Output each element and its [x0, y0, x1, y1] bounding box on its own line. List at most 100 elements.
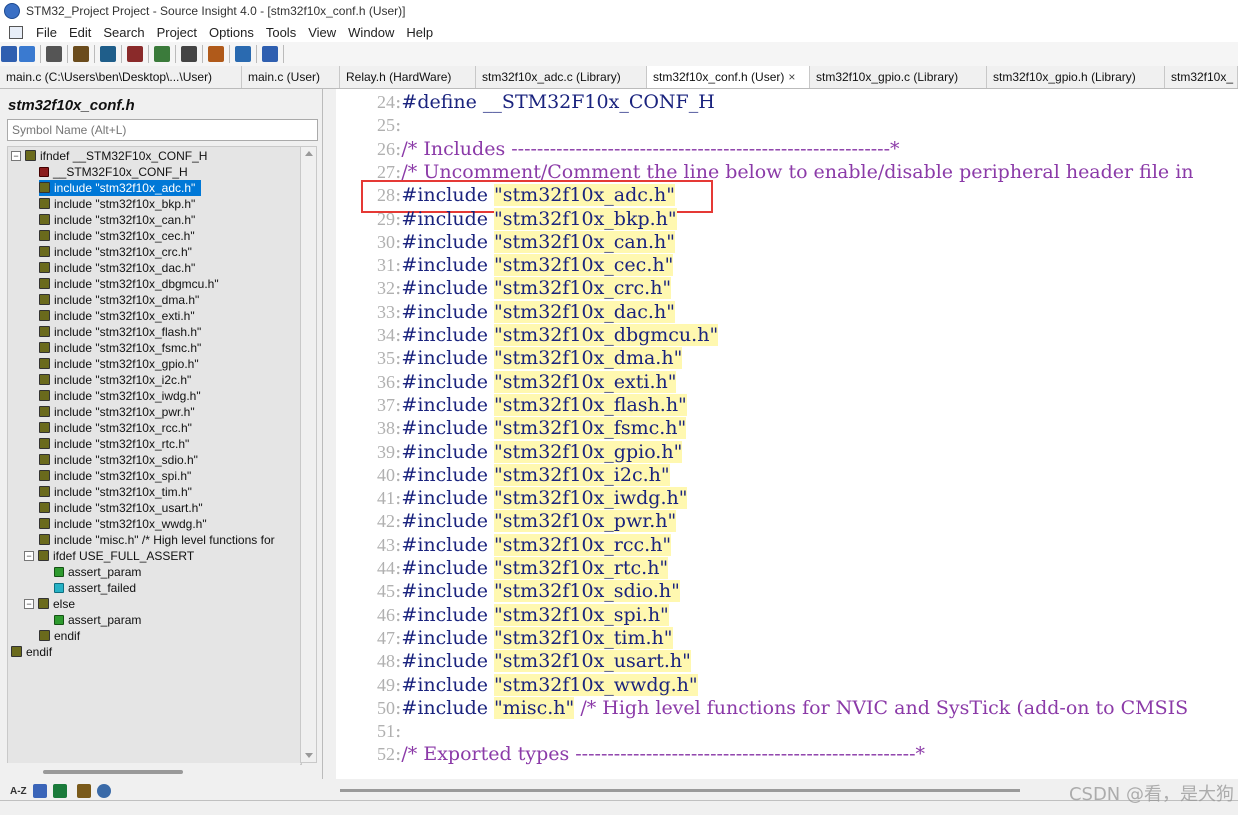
tab-main-c-user[interactable]: main.c (User) — [242, 66, 340, 88]
tree-item[interactable]: endif — [11, 644, 58, 660]
toolbar-button-icon[interactable] — [46, 46, 62, 62]
code-line[interactable]: 45:#include "stm32f10x_sdio.h" — [336, 580, 680, 603]
code-line[interactable]: 31:#include "stm32f10x_cec.h" — [336, 254, 674, 277]
scroll-up-icon[interactable] — [305, 151, 313, 156]
code-line[interactable]: 37:#include "stm32f10x_flash.h" — [336, 393, 687, 417]
toolbar-button-icon[interactable] — [262, 46, 278, 62]
code-line[interactable]: 49:#include "stm32f10x_wwdg.h" — [336, 673, 698, 697]
toolbar-button-icon[interactable] — [154, 46, 170, 62]
toolbar-button-icon[interactable] — [19, 46, 35, 62]
sort-az-icon[interactable]: A-Z — [10, 786, 27, 797]
code-line[interactable]: 35:#include "stm32f10x_dma.h" — [336, 347, 683, 370]
tree-item[interactable]: assert_param — [54, 612, 147, 628]
tab-close-icon[interactable]: × — [788, 70, 795, 84]
menu-file[interactable]: File — [31, 25, 64, 40]
tree-item[interactable]: include "stm32f10x_dma.h" — [39, 292, 205, 308]
tree-item[interactable]: ifndef __STM32F10x_CONF_H — [25, 148, 213, 164]
tree-item[interactable]: include "stm32f10x_flash.h" — [39, 324, 207, 340]
tree-item[interactable]: include "stm32f10x_dac.h" — [39, 260, 201, 276]
code-line[interactable]: 30:#include "stm32f10x_can.h" — [336, 230, 676, 254]
code-line[interactable]: 27:/* Uncomment/Comment the line below t… — [336, 161, 1194, 184]
book-icon[interactable] — [76, 784, 91, 798]
tree-item[interactable]: include "stm32f10x_gpio.h" — [39, 356, 205, 372]
code-line[interactable]: 33:#include "stm32f10x_dac.h" — [336, 300, 675, 324]
system-menu-icon[interactable] — [9, 25, 23, 39]
code-editor[interactable]: 24:#define __STM32F10x_CONF_H 25: 26:/* In… — [336, 89, 1238, 779]
code-line[interactable]: 25: — [336, 114, 401, 137]
tree-item[interactable]: include "stm32f10x_wwdg.h" — [39, 516, 213, 532]
scroll-thumb[interactable] — [340, 789, 1020, 792]
menu-window[interactable]: Window — [343, 25, 401, 40]
tree-item[interactable]: include "stm32f10x_exti.h" — [39, 308, 201, 324]
code-line[interactable]: 34:#include "stm32f10x_dbgmcu.h" — [336, 324, 719, 347]
toolbar-button-icon[interactable] — [127, 46, 143, 62]
list-view-icon[interactable] — [32, 784, 47, 798]
collapse-icon[interactable]: − — [24, 599, 34, 609]
toolbar-button-icon[interactable] — [100, 46, 116, 62]
tree-item[interactable]: include "stm32f10x_spi.h" — [39, 468, 197, 484]
tree-item[interactable]: include "stm32f10x_dbgmcu.h" — [39, 276, 225, 292]
code-line[interactable]: 39:#include "stm32f10x_gpio.h" — [336, 440, 683, 464]
tab-stm32f10x-overflow[interactable]: stm32f10x_ — [1165, 66, 1238, 88]
menu-tools[interactable]: Tools — [261, 25, 303, 40]
tree-item[interactable]: include "misc.h" /* High level functions… — [39, 532, 281, 548]
code-line[interactable]: 47:#include "stm32f10x_tim.h" — [336, 626, 673, 650]
menu-view[interactable]: View — [303, 25, 343, 40]
code-line[interactable]: 42:#include "stm32f10x_pwr.h" — [336, 510, 677, 533]
collapse-icon[interactable]: − — [24, 551, 34, 561]
code-line[interactable]: 50:#include "misc.h" /* High level funct… — [336, 696, 1188, 720]
toolbar-button-icon[interactable] — [208, 46, 224, 62]
code-line[interactable]: 40:#include "stm32f10x_i2c.h" — [336, 463, 670, 487]
symbol-tree-vscrollbar[interactable] — [300, 146, 317, 763]
code-line[interactable]: 43:#include "stm32f10x_rcc.h" — [336, 533, 672, 557]
tree-item[interactable]: include "stm32f10x_adc.h" — [39, 180, 202, 196]
code-line[interactable]: 44:#include "stm32f10x_rtc.h" — [336, 557, 669, 580]
scroll-thumb[interactable] — [43, 770, 183, 774]
menu-edit[interactable]: Edit — [64, 25, 98, 40]
tree-item[interactable]: ifdef USE_FULL_ASSERT — [38, 548, 200, 564]
tree-item[interactable]: else — [38, 596, 81, 612]
code-line[interactable]: 36:#include "stm32f10x_exti.h" — [336, 370, 677, 394]
tree-item[interactable]: include "stm32f10x_bkp.h" — [39, 196, 201, 212]
code-line[interactable]: 32:#include "stm32f10x_crc.h" — [336, 277, 672, 300]
tree-item[interactable]: include "stm32f10x_sdio.h" — [39, 452, 204, 468]
category-view-icon[interactable] — [52, 784, 67, 798]
toolbar-button-icon[interactable] — [181, 46, 197, 62]
tree-item[interactable]: include "stm32f10x_usart.h" — [39, 500, 209, 516]
tab-stm32f10x-adc-c[interactable]: stm32f10x_adc.c (Library) — [476, 66, 647, 88]
tree-item[interactable]: include "stm32f10x_iwdg.h" — [39, 388, 207, 404]
menu-search[interactable]: Search — [98, 25, 151, 40]
code-line[interactable]: 48:#include "stm32f10x_usart.h" — [336, 650, 691, 673]
tree-item[interactable]: include "stm32f10x_tim.h" — [39, 484, 198, 500]
code-line[interactable]: 24:#define __STM32F10x_CONF_H — [336, 91, 715, 114]
code-line[interactable]: 46:#include "stm32f10x_spi.h" — [336, 603, 669, 627]
code-line[interactable]: 28:#include "stm32f10x_adc.h" — [336, 184, 675, 207]
code-line[interactable]: 51: — [336, 720, 401, 743]
menu-help[interactable]: Help — [401, 25, 440, 40]
tree-item[interactable]: include "stm32f10x_rtc.h" — [39, 436, 195, 452]
tree-item[interactable]: include "stm32f10x_fsmc.h" — [39, 340, 207, 356]
tab-stm32f10x-gpio-h[interactable]: stm32f10x_gpio.h (Library) — [987, 66, 1165, 88]
tree-item[interactable]: include "stm32f10x_can.h" — [39, 212, 201, 228]
tree-item[interactable]: include "stm32f10x_pwr.h" — [39, 404, 201, 420]
code-line[interactable]: 52:/* Exported types -------------------… — [336, 743, 925, 766]
code-line[interactable]: 26:/* Includes -------------------------… — [336, 138, 900, 161]
menu-options[interactable]: Options — [204, 25, 261, 40]
symbol-tree-hscrollbar[interactable] — [7, 763, 300, 780]
symbol-name-input[interactable] — [7, 119, 318, 141]
tree-item[interactable]: include "stm32f10x_crc.h" — [39, 244, 198, 260]
tree-item[interactable]: __STM32F10x_CONF_H — [39, 164, 194, 180]
code-line[interactable]: 29:#include "stm32f10x_bkp.h" — [336, 207, 677, 231]
code-line[interactable]: 38:#include "stm32f10x_fsmc.h" — [336, 417, 687, 440]
tab-relay-h[interactable]: Relay.h (HardWare) — [340, 66, 476, 88]
tab-main-c-desktop[interactable]: main.c (C:\Users\ben\Desktop\...\User) — [0, 66, 242, 88]
gear-icon[interactable] — [96, 784, 111, 798]
menu-project[interactable]: Project — [152, 25, 204, 40]
tab-stm32f10x-gpio-c[interactable]: stm32f10x_gpio.c (Library) — [810, 66, 987, 88]
tree-item[interactable]: assert_param — [54, 564, 147, 580]
tree-item[interactable]: include "stm32f10x_rcc.h" — [39, 420, 198, 436]
tree-item[interactable]: endif — [39, 628, 86, 644]
toolbar-button-icon[interactable] — [235, 46, 251, 62]
scroll-down-icon[interactable] — [305, 753, 313, 758]
toolbar-button-icon[interactable] — [73, 46, 89, 62]
